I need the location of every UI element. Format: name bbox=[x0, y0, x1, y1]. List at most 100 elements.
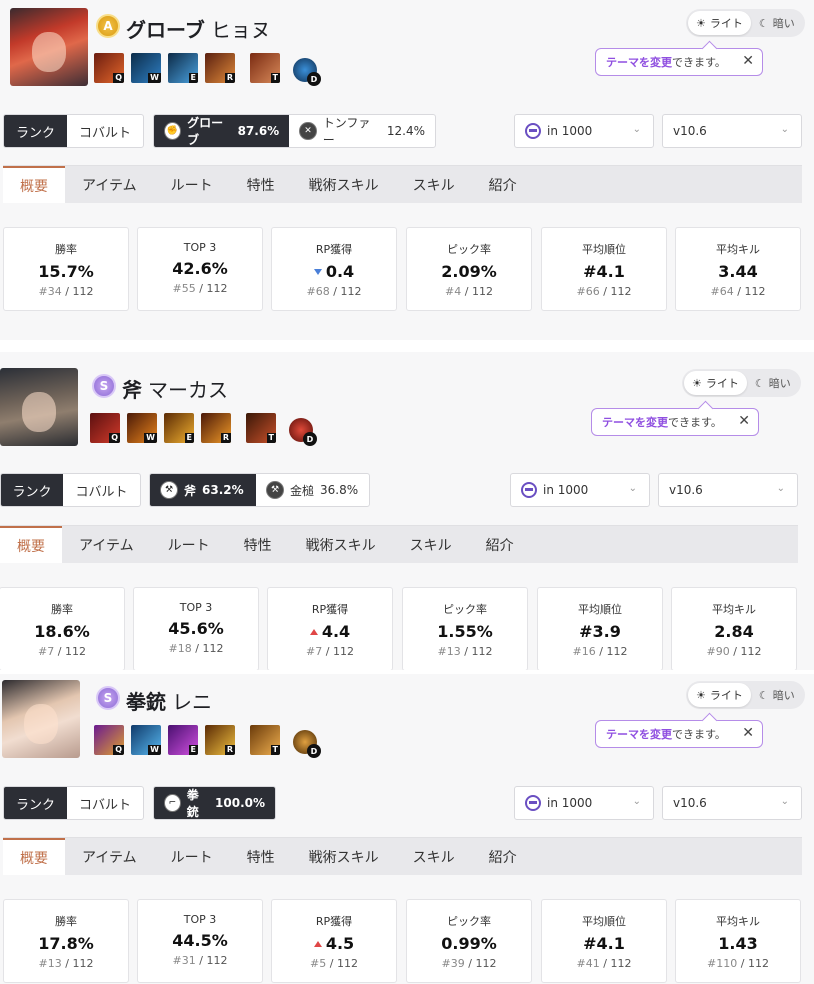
stat-avg-placement: 平均順位 #4.1 #41 / 112 bbox=[541, 899, 667, 983]
stat-rp-gain: RP獲得 0.4 #68 / 112 bbox=[271, 227, 397, 311]
stat-pick-rate: ピック率 2.09% #4 / 112 bbox=[406, 227, 532, 311]
skill-r-icon[interactable]: R bbox=[201, 413, 231, 443]
tier-badge: S bbox=[96, 686, 120, 710]
tab-skills[interactable]: スキル bbox=[396, 838, 472, 875]
chevron-down-icon: ⌄ bbox=[628, 483, 637, 494]
skill-e-icon[interactable]: E bbox=[168, 725, 198, 755]
theme-dark-button[interactable]: ☾ 暗い bbox=[751, 683, 803, 707]
skill-q-icon[interactable]: Q bbox=[94, 53, 124, 83]
stat-avg-placement: 平均順位 #3.9 #16 / 112 bbox=[537, 587, 663, 670]
tier-badge: A bbox=[96, 14, 120, 38]
theme-tooltip: テーマを変更 できます。 ✕ bbox=[591, 408, 759, 436]
tab-intro[interactable]: 紹介 bbox=[472, 166, 534, 203]
stat-rp-gain: RP獲得 4.4 #7 / 112 bbox=[267, 587, 393, 670]
stat-top3: TOP 3 42.6% #55 / 112 bbox=[137, 227, 263, 311]
tab-skills[interactable]: スキル bbox=[393, 526, 469, 563]
weapon-button-pistol[interactable]: ⌐ 拳銃 100.0% bbox=[154, 787, 275, 819]
chevron-down-icon: ⌄ bbox=[776, 483, 785, 494]
stat-win-rate: 勝率 17.8% #13 / 112 bbox=[3, 899, 129, 983]
mode-cobalt-button[interactable]: コバルト bbox=[67, 787, 143, 819]
moon-icon: ☾ bbox=[758, 16, 769, 30]
mode-rank-button[interactable]: ランク bbox=[4, 787, 67, 819]
mode-switch: ランク コバルト bbox=[3, 786, 144, 820]
theme-dark-button[interactable]: ☾ 暗い bbox=[747, 371, 799, 395]
tab-bar: 概要 アイテム ルート 特性 戦術スキル スキル 紹介 bbox=[3, 165, 802, 203]
tab-traits[interactable]: 特性 bbox=[230, 838, 292, 875]
mode-cobalt-button[interactable]: コバルト bbox=[67, 115, 143, 147]
stat-top3: TOP 3 44.5% #31 / 112 bbox=[137, 899, 263, 983]
theme-dark-button[interactable]: ☾ 暗い bbox=[751, 11, 803, 35]
skill-q-icon[interactable]: Q bbox=[90, 413, 120, 443]
tab-bar: 概要 アイテム ルート 特性 戦術スキル スキル 紹介 bbox=[0, 525, 798, 563]
skill-t-icon[interactable]: T bbox=[250, 53, 280, 83]
skill-e-icon[interactable]: E bbox=[164, 413, 194, 443]
moon-icon: ☾ bbox=[758, 688, 769, 702]
tab-tactical-skill[interactable]: 戦術スキル bbox=[292, 166, 396, 203]
tab-route[interactable]: ルート bbox=[151, 526, 227, 563]
trend-up-icon bbox=[309, 628, 318, 635]
skill-t-icon[interactable]: T bbox=[246, 413, 276, 443]
rank-filter-dropdown[interactable]: in 1000 ⌄ bbox=[510, 473, 650, 507]
close-icon[interactable]: ✕ bbox=[742, 53, 754, 69]
skill-d-icon[interactable]: D bbox=[293, 730, 321, 758]
weapon-button-axe[interactable]: ⚒ 斧 63.2% bbox=[150, 474, 256, 506]
weapon-button-tonfa[interactable]: ✕ トンファー 12.4% bbox=[289, 115, 435, 147]
tab-items[interactable]: アイテム bbox=[65, 838, 154, 875]
tab-intro[interactable]: 紹介 bbox=[469, 526, 531, 563]
chevron-down-icon: ⌄ bbox=[632, 796, 641, 807]
character-portrait bbox=[2, 680, 80, 758]
version-dropdown[interactable]: v10.6 ⌄ bbox=[662, 786, 802, 820]
character-portrait bbox=[0, 368, 78, 446]
tab-tactical-skill[interactable]: 戦術スキル bbox=[292, 838, 396, 875]
chevron-down-icon: ⌄ bbox=[632, 124, 641, 135]
weapon-button-hammer[interactable]: ⚒ 金槌 36.8% bbox=[256, 474, 368, 506]
theme-toggle: ☀ ライト ☾ 暗い bbox=[686, 9, 805, 37]
rank-filter-dropdown[interactable]: in 1000 ⌄ bbox=[514, 786, 654, 820]
stat-avg-kills: 平均キル 1.43 #110 / 112 bbox=[675, 899, 801, 983]
stat-top3: TOP 3 45.6% #18 / 112 bbox=[133, 587, 259, 670]
stat-rp-gain: RP獲得 4.5 #5 / 112 bbox=[271, 899, 397, 983]
weapon-button-glove[interactable]: ✊ グローブ 87.6% bbox=[154, 115, 290, 147]
tab-skills[interactable]: スキル bbox=[396, 166, 472, 203]
version-dropdown[interactable]: v10.6 ⌄ bbox=[658, 473, 798, 507]
skill-w-icon[interactable]: W bbox=[127, 413, 157, 443]
theme-light-button[interactable]: ☀ ライト bbox=[684, 371, 747, 395]
skill-d-icon[interactable]: D bbox=[289, 418, 317, 446]
skill-r-icon[interactable]: R bbox=[205, 53, 235, 83]
theme-light-button[interactable]: ☀ ライト bbox=[688, 683, 751, 707]
mode-rank-button[interactable]: ランク bbox=[1, 474, 63, 506]
mode-cobalt-button[interactable]: コバルト bbox=[63, 474, 140, 506]
character-name: 斧マーカス bbox=[122, 378, 228, 402]
close-icon[interactable]: ✕ bbox=[742, 725, 754, 741]
weapon-switch: ✊ グローブ 87.6% ✕ トンファー 12.4% bbox=[153, 114, 436, 148]
skill-r-icon[interactable]: R bbox=[205, 725, 235, 755]
tab-traits[interactable]: 特性 bbox=[227, 526, 289, 563]
tab-tactical-skill[interactable]: 戦術スキル bbox=[289, 526, 393, 563]
tab-route[interactable]: ルート bbox=[154, 166, 230, 203]
tab-overview[interactable]: 概要 bbox=[0, 526, 62, 563]
tab-traits[interactable]: 特性 bbox=[230, 166, 292, 203]
stat-win-rate: 勝率 15.7% #34 / 112 bbox=[3, 227, 129, 311]
rank-filter-dropdown[interactable]: in 1000 ⌄ bbox=[514, 114, 654, 148]
tab-overview[interactable]: 概要 bbox=[3, 166, 65, 203]
skill-q-icon[interactable]: Q bbox=[94, 725, 124, 755]
character-panel-2: S 斧マーカス Q W E R T D ☀ ライト ☾ 暗い テーマを変更 できます。… bbox=[0, 352, 814, 670]
trend-down-icon bbox=[313, 268, 322, 275]
close-icon[interactable]: ✕ bbox=[738, 413, 750, 429]
mode-rank-button[interactable]: ランク bbox=[4, 115, 67, 147]
pistol-icon: ⌐ bbox=[164, 794, 181, 812]
version-dropdown[interactable]: v10.6 ⌄ bbox=[662, 114, 802, 148]
skill-w-icon[interactable]: W bbox=[131, 725, 161, 755]
skill-w-icon[interactable]: W bbox=[131, 53, 161, 83]
tab-intro[interactable]: 紹介 bbox=[472, 838, 534, 875]
theme-light-button[interactable]: ☀ ライト bbox=[688, 11, 751, 35]
tab-bar: 概要 アイテム ルート 特性 戦術スキル スキル 紹介 bbox=[3, 837, 802, 875]
skill-t-icon[interactable]: T bbox=[250, 725, 280, 755]
character-panel-3: S 拳銃 レニ Q W E R T D ☀ ライト ☾ 暗い テーマを変更 できます。 … bbox=[0, 674, 814, 984]
skill-e-icon[interactable]: E bbox=[168, 53, 198, 83]
tab-overview[interactable]: 概要 bbox=[3, 838, 65, 875]
skill-d-icon[interactable]: D bbox=[293, 58, 321, 86]
tab-items[interactable]: アイテム bbox=[65, 166, 154, 203]
tab-items[interactable]: アイテム bbox=[62, 526, 151, 563]
tab-route[interactable]: ルート bbox=[154, 838, 230, 875]
